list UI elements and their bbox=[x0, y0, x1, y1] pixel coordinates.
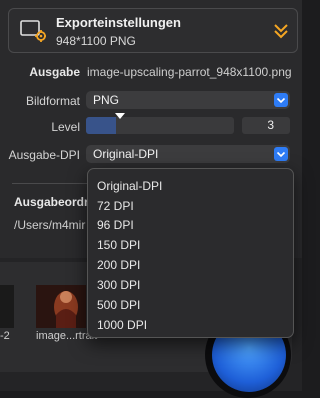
dpi-option-150[interactable]: 150 DPI bbox=[97, 238, 140, 252]
dpi-dropdown-menu: Original-DPI 72 DPI 96 DPI 150 DPI 200 D… bbox=[87, 168, 294, 338]
thumbnail-1[interactable] bbox=[0, 285, 14, 328]
dpi-option-96[interactable]: 96 DPI bbox=[97, 218, 134, 232]
level-label: Level bbox=[51, 120, 80, 134]
dpi-option-200[interactable]: 200 DPI bbox=[97, 258, 140, 272]
level-slider-thumb[interactable] bbox=[115, 113, 125, 120]
output-filename: image-upscaling-parrot_948x1100.png bbox=[87, 65, 292, 79]
dpi-option-500[interactable]: 500 DPI bbox=[97, 298, 140, 312]
image-format-value: PNG bbox=[93, 93, 120, 107]
level-slider[interactable] bbox=[86, 117, 234, 134]
level-value-field[interactable]: 3 bbox=[242, 117, 290, 134]
export-settings-header[interactable]: Exporteinstellungen 948*1100 PNG bbox=[8, 8, 298, 53]
export-size-subtitle: 948*1100 PNG bbox=[56, 34, 136, 48]
chevron-down-icon bbox=[274, 93, 288, 107]
image-format-select[interactable]: PNG bbox=[86, 91, 290, 109]
output-dpi-label: Ausgabe-DPI bbox=[8, 148, 80, 162]
chevron-down-icon bbox=[274, 147, 288, 161]
image-format-label: Bildformat bbox=[25, 94, 80, 108]
dpi-option-original[interactable]: Original-DPI bbox=[97, 179, 162, 193]
dpi-option-72[interactable]: 72 DPI bbox=[97, 199, 134, 213]
dpi-option-300[interactable]: 300 DPI bbox=[97, 278, 140, 292]
output-label: Ausgabe bbox=[29, 65, 80, 79]
thumbnail-1-label: -2 bbox=[0, 330, 10, 342]
output-dpi-select[interactable]: Original-DPI bbox=[86, 145, 290, 163]
output-dpi-value: Original-DPI bbox=[93, 147, 159, 161]
export-settings-title: Exporteinstellungen bbox=[56, 15, 181, 30]
collapse-chevron-icon[interactable] bbox=[273, 21, 289, 41]
export-screen-icon bbox=[20, 20, 46, 42]
thumbnail-2[interactable] bbox=[36, 285, 86, 328]
output-folder-label: Ausgabeordn bbox=[14, 195, 92, 209]
level-slider-fill bbox=[86, 117, 116, 134]
dpi-option-1000[interactable]: 1000 DPI bbox=[97, 318, 147, 332]
output-folder-path[interactable]: /Users/m4mir bbox=[14, 218, 85, 232]
